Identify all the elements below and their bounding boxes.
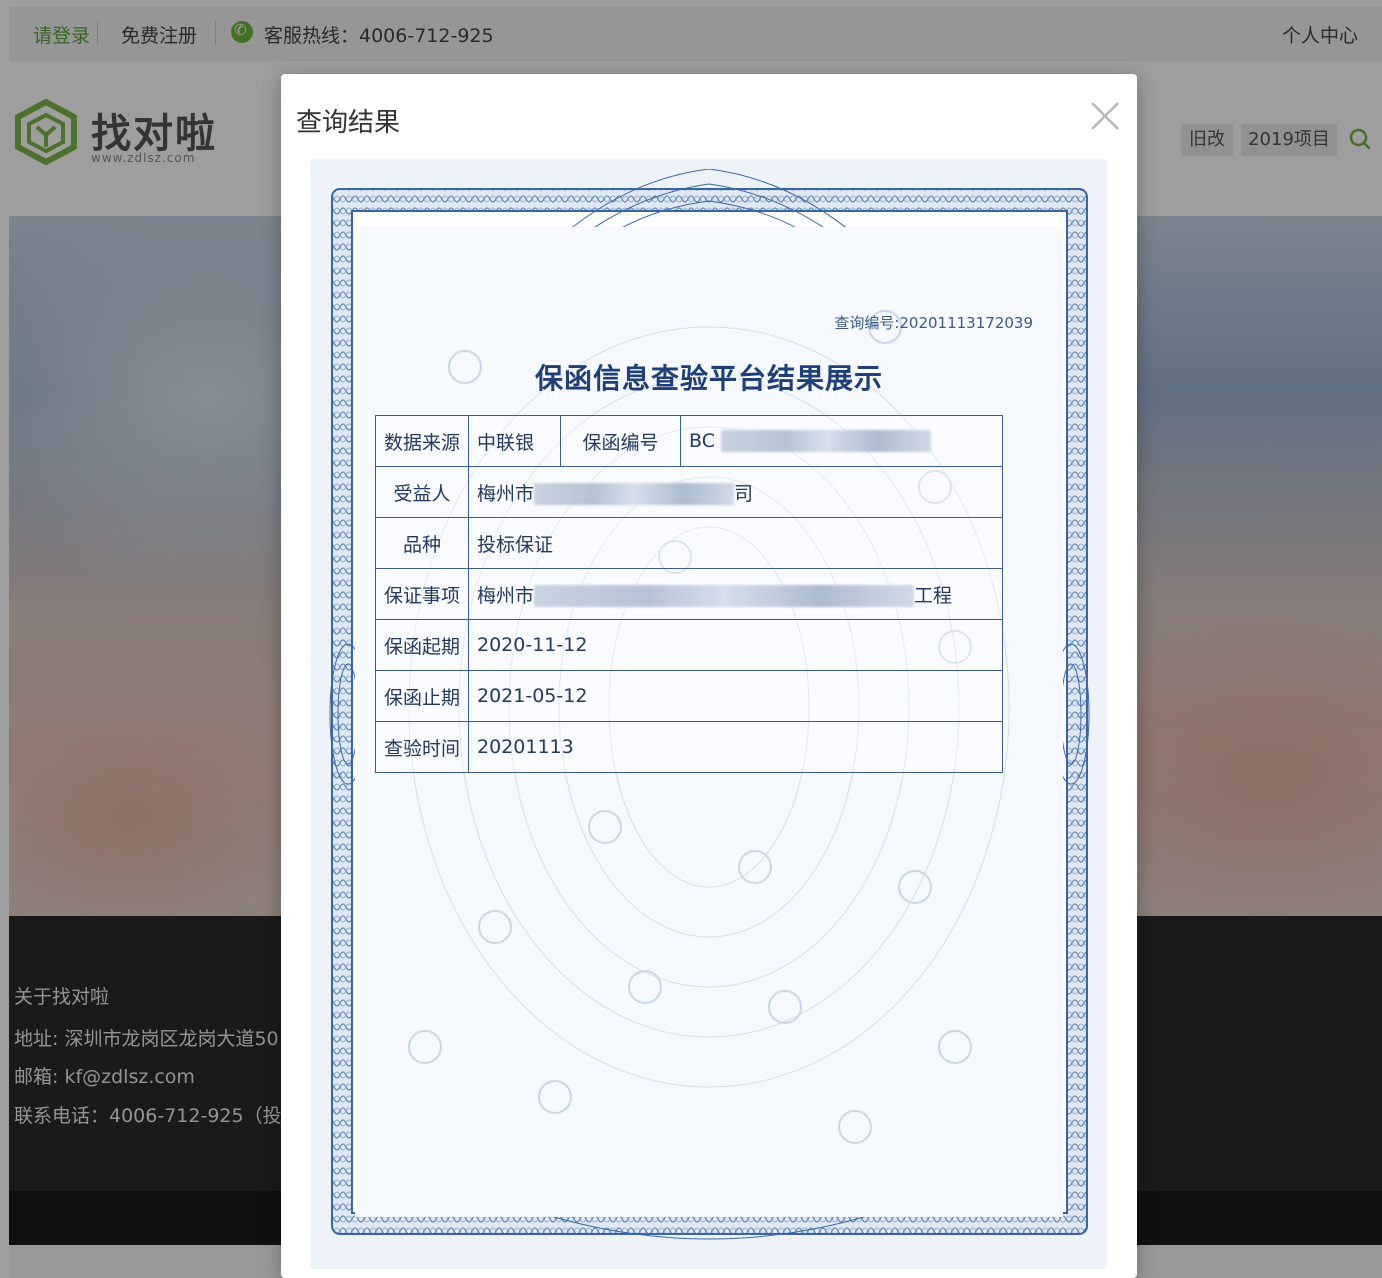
table-row: 保函止期 2021-05-12 <box>375 670 1003 722</box>
beneficiary-label: 受益人 <box>375 466 469 518</box>
start-date-label: 保函起期 <box>375 619 469 671</box>
source-value: 中联银 <box>468 415 561 467</box>
end-date-label: 保函止期 <box>375 670 469 722</box>
matter-label: 保证事项 <box>375 568 469 620</box>
certificate-body: 查询编号:20201113172039 保函信息查验平台结果展示 数据来源 中联… <box>355 227 1063 1217</box>
certificate-title: 保函信息查验平台结果展示 <box>534 362 883 395</box>
table-row: 查验时间 20201113 <box>375 721 1003 773</box>
matter-value-suffix: 工程 <box>914 584 953 607</box>
table-row: 受益人 梅州市 司 <box>375 466 1003 518</box>
table-row: 数据来源 中联银 保函编号 BC <box>375 415 1003 467</box>
table-row: 保函起期 2020-11-12 <box>375 619 1003 671</box>
beneficiary-value-prefix: 梅州市 <box>477 482 535 505</box>
start-date-value: 2020-11-12 <box>468 619 1003 671</box>
check-time-value: 20201113 <box>468 721 1003 773</box>
guarantee-no-value: BC <box>689 429 715 452</box>
certificate: 查询编号:20201113172039 保函信息查验平台结果展示 数据来源 中联… <box>328 169 1091 1254</box>
source-label: 数据来源 <box>375 415 469 467</box>
check-time-label: 查验时间 <box>375 721 469 773</box>
guarantee-no-label: 保函编号 <box>560 415 681 467</box>
dialog-title: 查询结果 <box>296 108 401 138</box>
close-icon[interactable] <box>1089 100 1121 132</box>
matter-value-prefix: 梅州市 <box>477 584 535 607</box>
certificate-container: 查询编号:20201113172039 保函信息查验平台结果展示 数据来源 中联… <box>310 159 1107 1269</box>
beneficiary-cell: 梅州市 司 <box>468 466 1003 518</box>
redacted-block <box>534 483 735 505</box>
query-number: 查询编号:20201113172039 <box>834 314 1033 332</box>
table-row: 保证事项 梅州市 工程 <box>375 568 1003 620</box>
variety-label: 品种 <box>375 517 469 569</box>
matter-cell: 梅州市 工程 <box>468 568 1003 620</box>
end-date-value: 2021-05-12 <box>468 670 1003 722</box>
table-row: 品种 投标保证 <box>375 517 1003 569</box>
query-result-dialog: 查询结果 查询编号:20201113172039 保函信息查验平台结果展示 数据… <box>281 74 1137 1278</box>
beneficiary-value-suffix: 司 <box>734 482 754 505</box>
redacted-block <box>534 585 915 607</box>
guarantee-no-cell: BC <box>680 415 1003 467</box>
redacted-block <box>721 430 932 453</box>
variety-value: 投标保证 <box>468 517 1003 569</box>
guarantee-info-table: 数据来源 中联银 保函编号 BC 受益人 梅州市 司 品种 投标保证 保证事项 梅… <box>375 415 1003 773</box>
